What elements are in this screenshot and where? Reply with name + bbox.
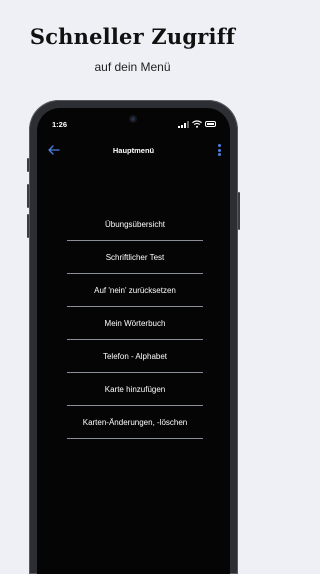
menu-item-written-test[interactable]: Schriftlicher Test (59, 241, 211, 274)
promo-subtitle: auf dein Menü (94, 60, 171, 74)
menu-item-label: Auf 'nein' zurücksetzen (94, 286, 176, 295)
divider (67, 438, 203, 439)
menu-item-label: Mein Wörterbuch (104, 319, 166, 328)
volume-down-button (27, 214, 29, 238)
more-vertical-icon[interactable] (218, 143, 222, 157)
menu-item-label: Schriftlicher Test (105, 253, 165, 262)
phone-frame: 1:26 Hauptmenü Übungsübersicht Schriftli… (27, 100, 240, 574)
cellular-signal-icon (178, 121, 189, 128)
menu-item-label: Karte hinzufügen (104, 385, 166, 394)
power-button (238, 192, 240, 230)
menu-item-phonetic-alphabet[interactable]: Telefon - Alphabet (59, 340, 211, 373)
app-bar: Hauptmenü (37, 141, 230, 163)
menu-item-exercise-overview[interactable]: Übungsübersicht (59, 208, 211, 241)
menu-item-edit-delete-cards[interactable]: Karten-Änderungen, -löschen (59, 406, 211, 439)
page-title: Hauptmenü (112, 146, 155, 155)
wifi-icon (192, 120, 202, 128)
menu-item-label: Übungsübersicht (104, 220, 166, 229)
front-camera (129, 115, 137, 123)
menu-item-label: Karten-Änderungen, -löschen (82, 418, 188, 427)
silent-switch (27, 158, 29, 172)
menu-item-my-dictionary[interactable]: Mein Wörterbuch (59, 307, 211, 340)
status-icons (178, 120, 218, 128)
status-time: 1:26 (52, 120, 68, 129)
volume-up-button (27, 184, 29, 208)
menu-item-label: Telefon - Alphabet (102, 352, 168, 361)
menu-item-reset-to-no[interactable]: Auf 'nein' zurücksetzen (59, 274, 211, 307)
battery-icon (205, 121, 216, 127)
menu-item-add-card[interactable]: Karte hinzufügen (59, 373, 211, 406)
app-screen: 1:26 Hauptmenü Übungsübersicht Schriftli… (37, 108, 230, 574)
promo-title: Schneller Zugriff (29, 24, 236, 49)
